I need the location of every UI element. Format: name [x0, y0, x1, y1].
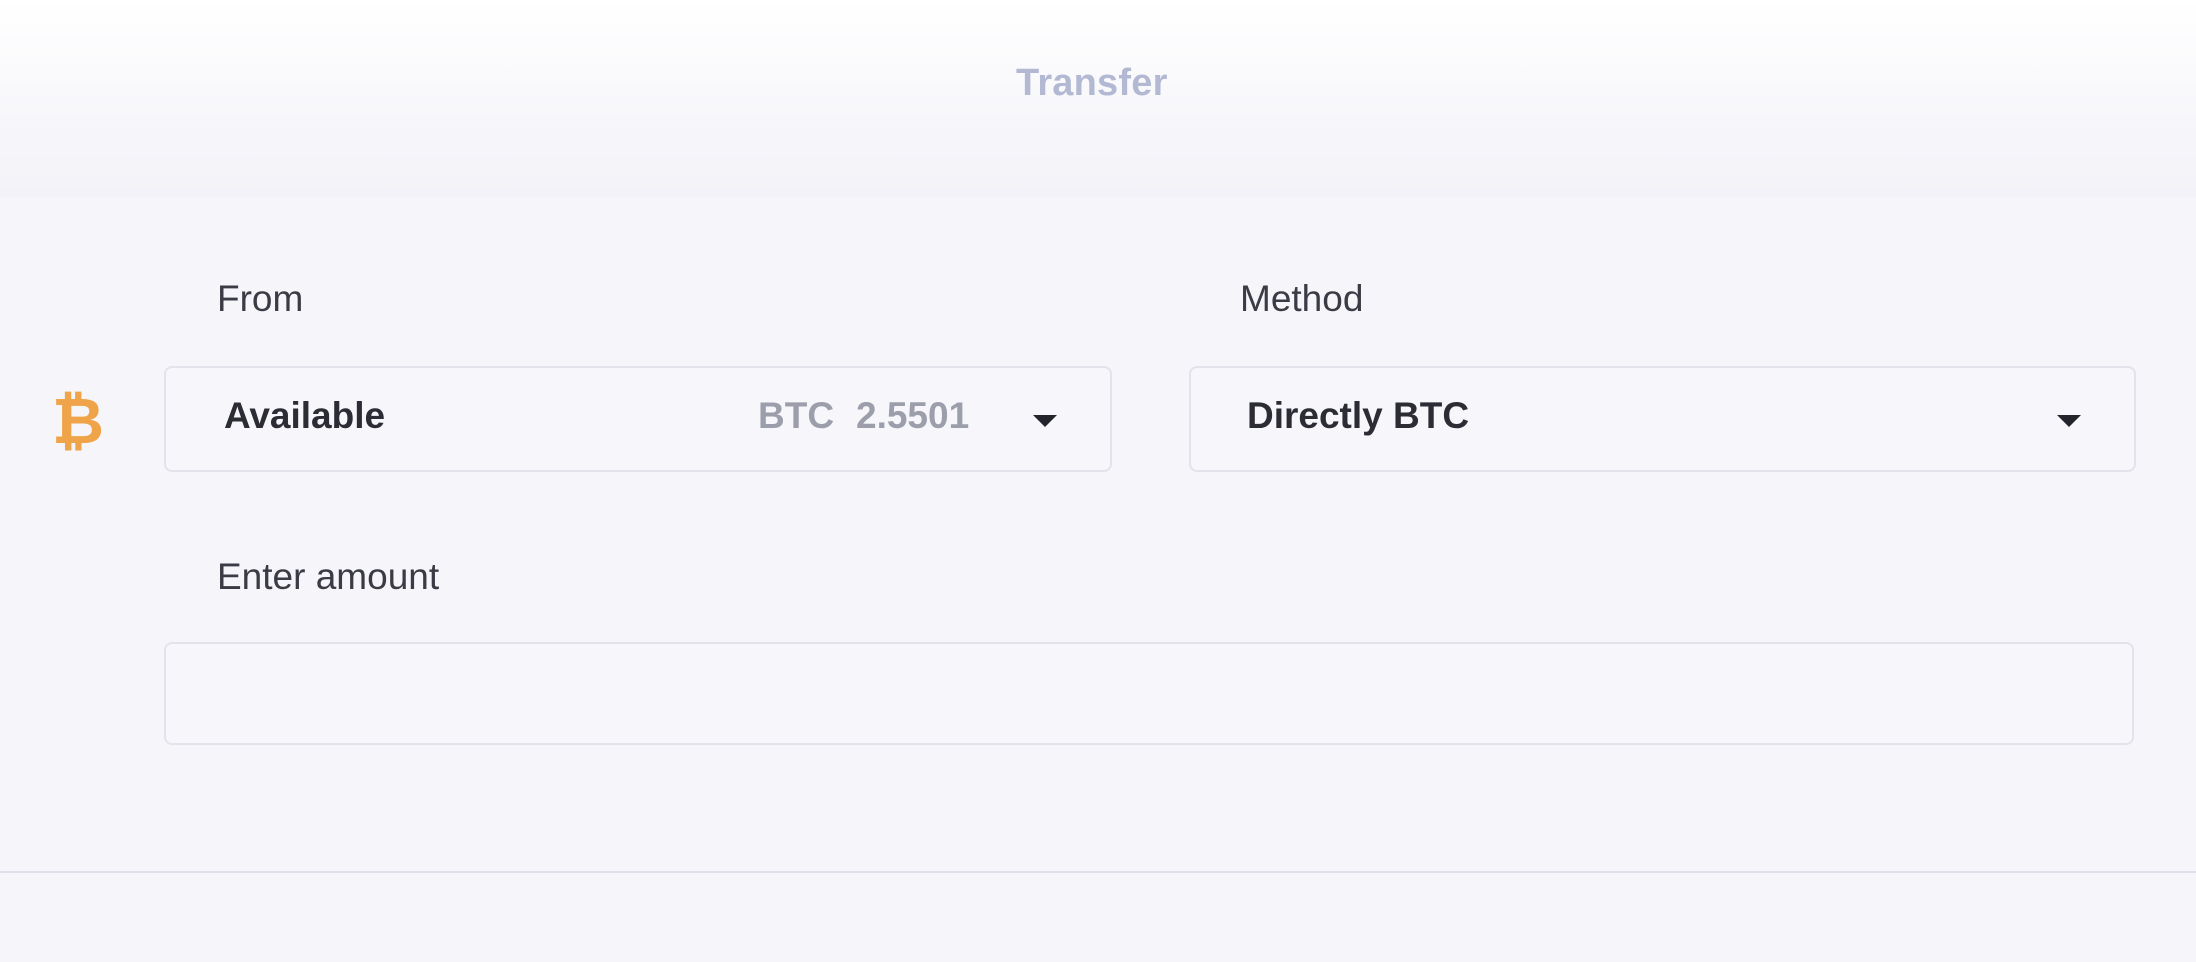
bitcoin-icon: ₿ — [52, 386, 104, 456]
from-label: From — [217, 278, 304, 319]
from-selected-label: Available — [224, 395, 386, 436]
transfer-form — [0, 197, 2196, 872]
amount-input[interactable] — [164, 642, 2134, 745]
method-select[interactable]: Directly BTC — [1189, 366, 2136, 472]
chevron-down-icon — [1033, 415, 1057, 427]
chevron-down-icon — [2057, 415, 2081, 427]
header: Transfer — [0, 0, 2196, 197]
from-balance: 2.5501 — [856, 395, 970, 436]
footer — [0, 873, 2196, 962]
svg-text:₿: ₿ — [52, 386, 104, 456]
method-selected-label: Directly BTC — [1247, 395, 1470, 436]
amount-label: Enter amount — [217, 556, 440, 597]
method-label: Method — [1240, 278, 1364, 319]
from-currency: BTC — [758, 395, 835, 436]
page-title: Transfer — [1016, 62, 1168, 104]
from-select[interactable]: Available BTC 2.5501 — [164, 366, 1112, 472]
